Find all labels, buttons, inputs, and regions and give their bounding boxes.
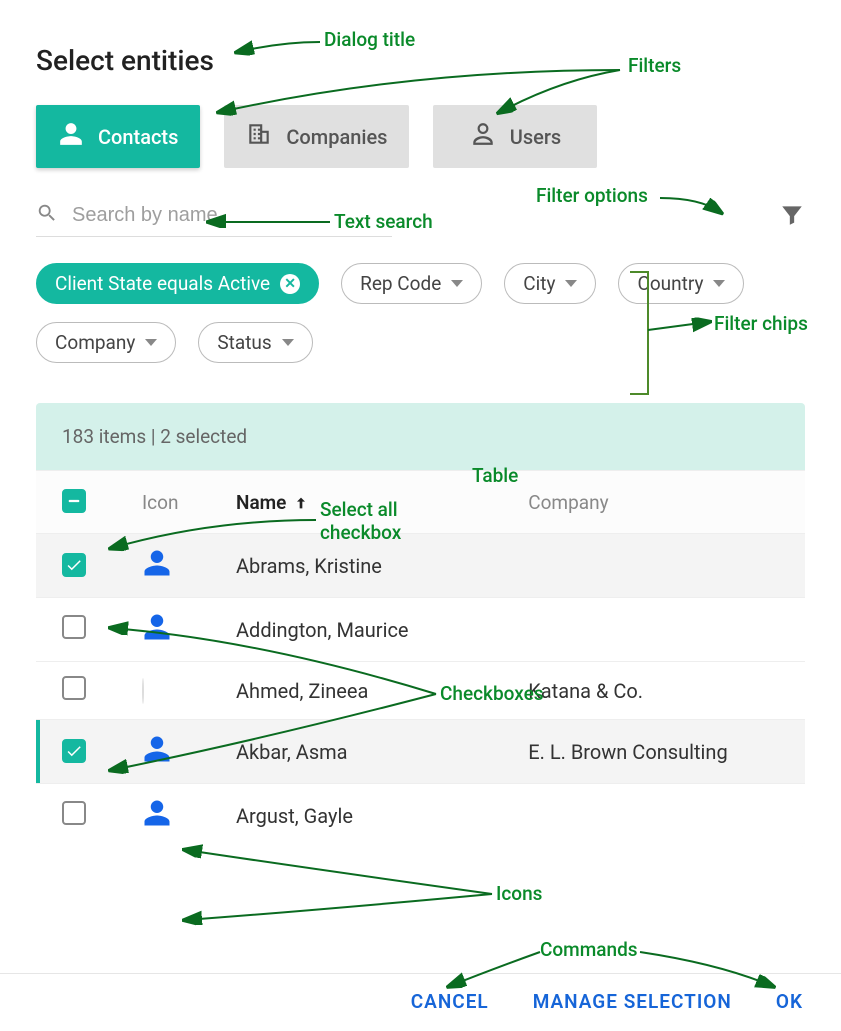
row-checkbox[interactable] xyxy=(62,676,86,700)
row-name: Ahmed, Zineea xyxy=(224,662,516,720)
ok-button[interactable]: OK xyxy=(776,990,803,1013)
table-row[interactable]: Addington, Maurice xyxy=(36,598,805,662)
filter-chip-rep-code[interactable]: Rep Code xyxy=(341,263,482,304)
user-outline-icon xyxy=(470,121,496,152)
tab-contacts[interactable]: Contacts xyxy=(36,105,200,168)
column-header-company[interactable]: Company xyxy=(516,471,805,534)
dialog-viewport: Select entities Contacts Companies Users xyxy=(0,0,841,1031)
row-company xyxy=(516,534,805,598)
person-icon xyxy=(58,121,84,152)
tab-label: Companies xyxy=(286,125,387,149)
tab-label: Users xyxy=(510,125,561,149)
filter-chip-city[interactable]: City xyxy=(504,263,596,304)
filter-chip-country[interactable]: Country xyxy=(618,263,744,304)
filter-options-button[interactable] xyxy=(779,202,805,232)
cancel-button[interactable]: CANCEL xyxy=(411,990,489,1013)
table-row[interactable]: Akbar, AsmaE. L. Brown Consulting xyxy=(36,720,805,784)
row-checkbox[interactable] xyxy=(62,801,86,825)
chip-label: Client State equals Active xyxy=(55,272,270,295)
chip-clear-icon[interactable]: ✕ xyxy=(280,274,300,294)
filter-chip-active[interactable]: Client State equals Active ✕ xyxy=(36,263,319,304)
row-name: Argust, Gayle xyxy=(224,784,516,848)
select-all-checkbox[interactable] xyxy=(62,489,86,513)
chip-label: Company xyxy=(55,331,135,354)
row-name: Akbar, Asma xyxy=(224,720,516,784)
filter-chip-status[interactable]: Status xyxy=(198,322,312,363)
chevron-down-icon xyxy=(282,339,294,346)
row-company: Katana & Co. xyxy=(516,662,805,720)
filter-chip-company[interactable]: Company xyxy=(36,322,176,363)
person-icon xyxy=(142,809,172,833)
entity-type-tabs: Contacts Companies Users xyxy=(36,105,805,168)
column-header-name[interactable]: Name xyxy=(224,471,516,534)
funnel-icon xyxy=(779,213,805,232)
row-checkbox[interactable] xyxy=(62,615,86,639)
tab-companies[interactable]: Companies xyxy=(224,105,409,168)
search-input[interactable] xyxy=(70,203,392,228)
dialog-footer: CANCEL MANAGE SELECTION OK xyxy=(0,973,841,1031)
person-icon xyxy=(142,623,172,647)
person-icon xyxy=(142,745,172,769)
person-icon xyxy=(142,559,172,583)
column-header-icon[interactable]: Icon xyxy=(130,471,224,534)
row-checkbox[interactable] xyxy=(62,739,86,763)
avatar-photo xyxy=(142,678,144,704)
tab-label: Contacts xyxy=(98,125,178,149)
table-row[interactable]: Argust, Gayle xyxy=(36,784,805,848)
chip-label: Status xyxy=(217,331,271,354)
chevron-down-icon xyxy=(145,339,157,346)
filter-chips: Client State equals Active ✕ Rep Code Ci… xyxy=(36,263,805,363)
results-table-card: 183 items | 2 selected Icon Name xyxy=(36,403,805,847)
row-company xyxy=(516,784,805,848)
row-name: Addington, Maurice xyxy=(224,598,516,662)
table-meta: 183 items | 2 selected xyxy=(36,403,805,471)
chevron-down-icon xyxy=(451,280,463,287)
row-checkbox[interactable] xyxy=(62,553,86,577)
column-header-name-label: Name xyxy=(236,491,286,514)
table-row[interactable]: Abrams, Kristine xyxy=(36,534,805,598)
results-table: Icon Name Company Abrams, KristineAdding… xyxy=(36,471,805,847)
manage-selection-button[interactable]: MANAGE SELECTION xyxy=(533,990,732,1013)
dialog-title: Select entities xyxy=(36,44,805,77)
chevron-down-icon xyxy=(713,280,725,287)
dialog-scroll-area[interactable]: Select entities Contacts Companies Users xyxy=(0,0,841,1031)
row-company xyxy=(516,598,805,662)
table-row[interactable]: Ahmed, ZineeaKatana & Co. xyxy=(36,662,805,720)
chip-label: Country xyxy=(637,272,703,295)
chip-label: Rep Code xyxy=(360,272,441,295)
row-company: E. L. Brown Consulting xyxy=(516,720,805,784)
chip-label: City xyxy=(523,272,555,295)
tab-users[interactable]: Users xyxy=(433,105,597,168)
sort-asc-icon xyxy=(291,491,309,514)
search-icon xyxy=(36,202,70,228)
search-field-wrapper[interactable] xyxy=(36,196,392,237)
row-name: Abrams, Kristine xyxy=(224,534,516,598)
building-icon xyxy=(246,121,272,152)
chevron-down-icon xyxy=(565,280,577,287)
